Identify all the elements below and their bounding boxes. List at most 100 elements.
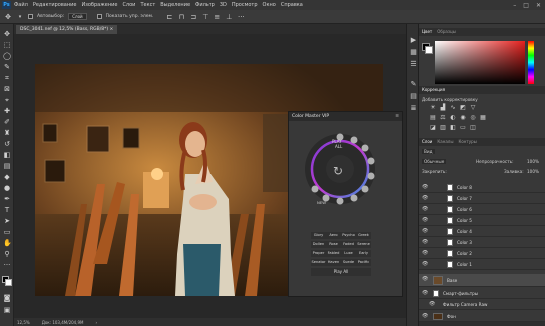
healing-brush-tool-icon[interactable]: ✚ <box>3 107 11 115</box>
mode-button[interactable]: Dollen <box>311 241 326 248</box>
reset-icon[interactable]: ↻ <box>333 164 343 178</box>
maximize-icon[interactable]: □ <box>523 2 529 9</box>
selective-color-icon[interactable]: ◫ <box>469 124 477 131</box>
quick-mask-icon[interactable]: ◙ <box>3 294 11 302</box>
gradient-tool-icon[interactable]: ▤ <box>3 162 11 170</box>
type-tool-icon[interactable]: T <box>3 206 11 214</box>
menu-layers[interactable]: Слои <box>122 2 135 8</box>
vibrance-icon[interactable]: ▽ <box>469 104 477 111</box>
black-white-icon[interactable]: ◐ <box>449 114 457 121</box>
info-icon[interactable]: ☰ <box>409 60 418 69</box>
align-top-icon[interactable]: ⊤ <box>201 13 209 21</box>
frame-tool-icon[interactable]: ⊠ <box>3 85 11 93</box>
glyphs-icon[interactable]: ≣ <box>409 104 418 113</box>
layer-row-background[interactable]: 👁 Фон <box>419 311 545 322</box>
blur-tool-icon[interactable]: ◆ <box>3 173 11 181</box>
mode-button[interactable]: Senator <box>311 259 326 266</box>
align-bottom-icon[interactable]: ⊥ <box>225 13 233 21</box>
mode-button[interactable]: Fabled <box>326 250 341 257</box>
mode-button[interactable]: Early <box>356 250 371 257</box>
mode-button[interactable]: Greek <box>356 232 371 239</box>
close-icon[interactable]: ✕ <box>536 2 541 9</box>
curves-icon[interactable]: ∿ <box>449 104 457 111</box>
quick-select-tool-icon[interactable]: ✎ <box>3 63 11 71</box>
exposure-icon[interactable]: ◩ <box>459 104 467 111</box>
opacity-value[interactable]: 100% <box>527 159 539 164</box>
invert-icon[interactable]: ◪ <box>429 124 437 131</box>
menu-select[interactable]: Выделение <box>160 2 190 8</box>
zoom-level[interactable]: 12,5% <box>17 320 30 325</box>
dropdown-chevron-icon[interactable]: ▾ <box>16 13 24 21</box>
document-tab[interactable]: DSC_3041.nef @ 12,5% (Bass, RGB/8*) × <box>16 25 118 34</box>
eraser-tool-icon[interactable]: ◧ <box>3 151 11 159</box>
history-brush-tool-icon[interactable]: ↺ <box>3 140 11 148</box>
gradient-map-icon[interactable]: ▭ <box>459 124 467 131</box>
threshold-icon[interactable]: ◧ <box>449 124 457 131</box>
autoselect-select[interactable]: Слой <box>68 13 87 20</box>
mode-button[interactable]: Serene <box>356 241 371 248</box>
brush-settings-icon[interactable]: ✎ <box>409 80 418 89</box>
mode-button[interactable]: Proper <box>311 250 326 257</box>
screen-mode-icon[interactable]: ▣ <box>3 306 11 314</box>
menu-file[interactable]: Файл <box>14 2 28 8</box>
posterize-icon[interactable]: ▥ <box>439 124 447 131</box>
visibility-eye-icon[interactable]: 👁 <box>422 195 428 201</box>
color-lookup-icon[interactable]: ▦ <box>479 114 487 121</box>
show-transform-checkbox[interactable] <box>96 14 102 19</box>
fill-value[interactable]: 100% <box>527 169 539 174</box>
camera-raw-filter-row[interactable]: 👁 Фильтр Camera Raw <box>419 299 545 310</box>
visibility-eye-icon[interactable]: 👁 <box>422 261 428 267</box>
history-icon[interactable]: ▶ <box>409 36 418 45</box>
layer-row[interactable]: 👁 Color 2 <box>419 248 545 259</box>
layer-row[interactable]: 👁 Color 5 <box>419 215 545 226</box>
layer-row[interactable]: 👁 Color 7 <box>419 193 545 204</box>
color-master-titlebar[interactable]: Color Master VIP ≡ <box>289 112 402 121</box>
marquee-tool-icon[interactable]: ⬚ <box>3 41 11 49</box>
hand-tool-icon[interactable]: ✋ <box>3 239 12 247</box>
minimize-icon[interactable]: – <box>513 2 516 9</box>
move-tool-icon[interactable]: ✥ <box>4 13 12 21</box>
mode-button[interactable]: Glory <box>311 232 326 239</box>
blend-mode-select[interactable]: Обычные <box>422 159 447 164</box>
tab-paths[interactable]: Контуры <box>458 138 476 146</box>
levels-icon[interactable]: ▟ <box>439 104 447 111</box>
path-select-tool-icon[interactable]: ➤ <box>3 217 11 225</box>
smart-filters-row[interactable]: 👁 Смарт-фильтры <box>419 288 545 299</box>
tab-color[interactable]: Цвет <box>422 28 432 36</box>
menu-filter[interactable]: Фильтр <box>195 2 215 8</box>
more-options-icon[interactable]: ··· <box>237 13 245 21</box>
layer-row[interactable]: 👁 Color 3 <box>419 237 545 248</box>
menu-help[interactable]: Справка <box>281 2 303 8</box>
mode-button[interactable]: Psycho <box>341 232 356 239</box>
align-center-icon[interactable]: ⊓ <box>177 13 185 21</box>
lasso-tool-icon[interactable]: ◯ <box>3 52 11 60</box>
layer-comps-icon[interactable]: ▤ <box>409 92 418 101</box>
visibility-eye-icon[interactable]: 👁 <box>422 313 428 319</box>
rectangle-tool-icon[interactable]: ▭ <box>3 228 11 236</box>
panel-menu-icon[interactable]: ≡ <box>395 112 399 121</box>
mode-button[interactable]: Suede <box>341 259 356 266</box>
pen-tool-icon[interactable]: ✒ <box>3 195 11 203</box>
tab-layers[interactable]: Слои <box>422 138 432 146</box>
visibility-eye-icon[interactable]: 👁 <box>429 301 435 307</box>
clone-stamp-tool-icon[interactable]: ♜ <box>3 129 11 137</box>
visibility-eye-icon[interactable]: 👁 <box>422 217 428 223</box>
visibility-eye-icon[interactable]: 👁 <box>422 290 428 296</box>
menu-image[interactable]: Изображение <box>81 2 117 8</box>
layer-row-base[interactable]: 👁 Base <box>419 274 545 287</box>
channel-mixer-icon[interactable]: ◎ <box>469 114 477 121</box>
tab-swatches[interactable]: Образцы <box>437 28 456 36</box>
menu-window[interactable]: Окно <box>263 2 276 8</box>
menu-3d[interactable]: 3D <box>220 2 227 8</box>
menu-edit[interactable]: Редактирование <box>33 2 77 8</box>
tab-corrections[interactable]: Коррекция <box>422 86 445 94</box>
align-left-icon[interactable]: ⊏ <box>165 13 173 21</box>
mode-button[interactable]: Luxe <box>341 250 356 257</box>
play-all-button[interactable]: Play All <box>311 268 371 276</box>
photo-filter-icon[interactable]: ◉ <box>459 114 467 121</box>
visibility-eye-icon[interactable]: 👁 <box>422 184 428 190</box>
brush-tool-icon[interactable]: ✐ <box>3 118 11 126</box>
layer-row[interactable]: 👁 Color 1 <box>419 259 545 270</box>
visibility-eye-icon[interactable]: 👁 <box>422 228 428 234</box>
background-swatch[interactable] <box>425 46 433 54</box>
